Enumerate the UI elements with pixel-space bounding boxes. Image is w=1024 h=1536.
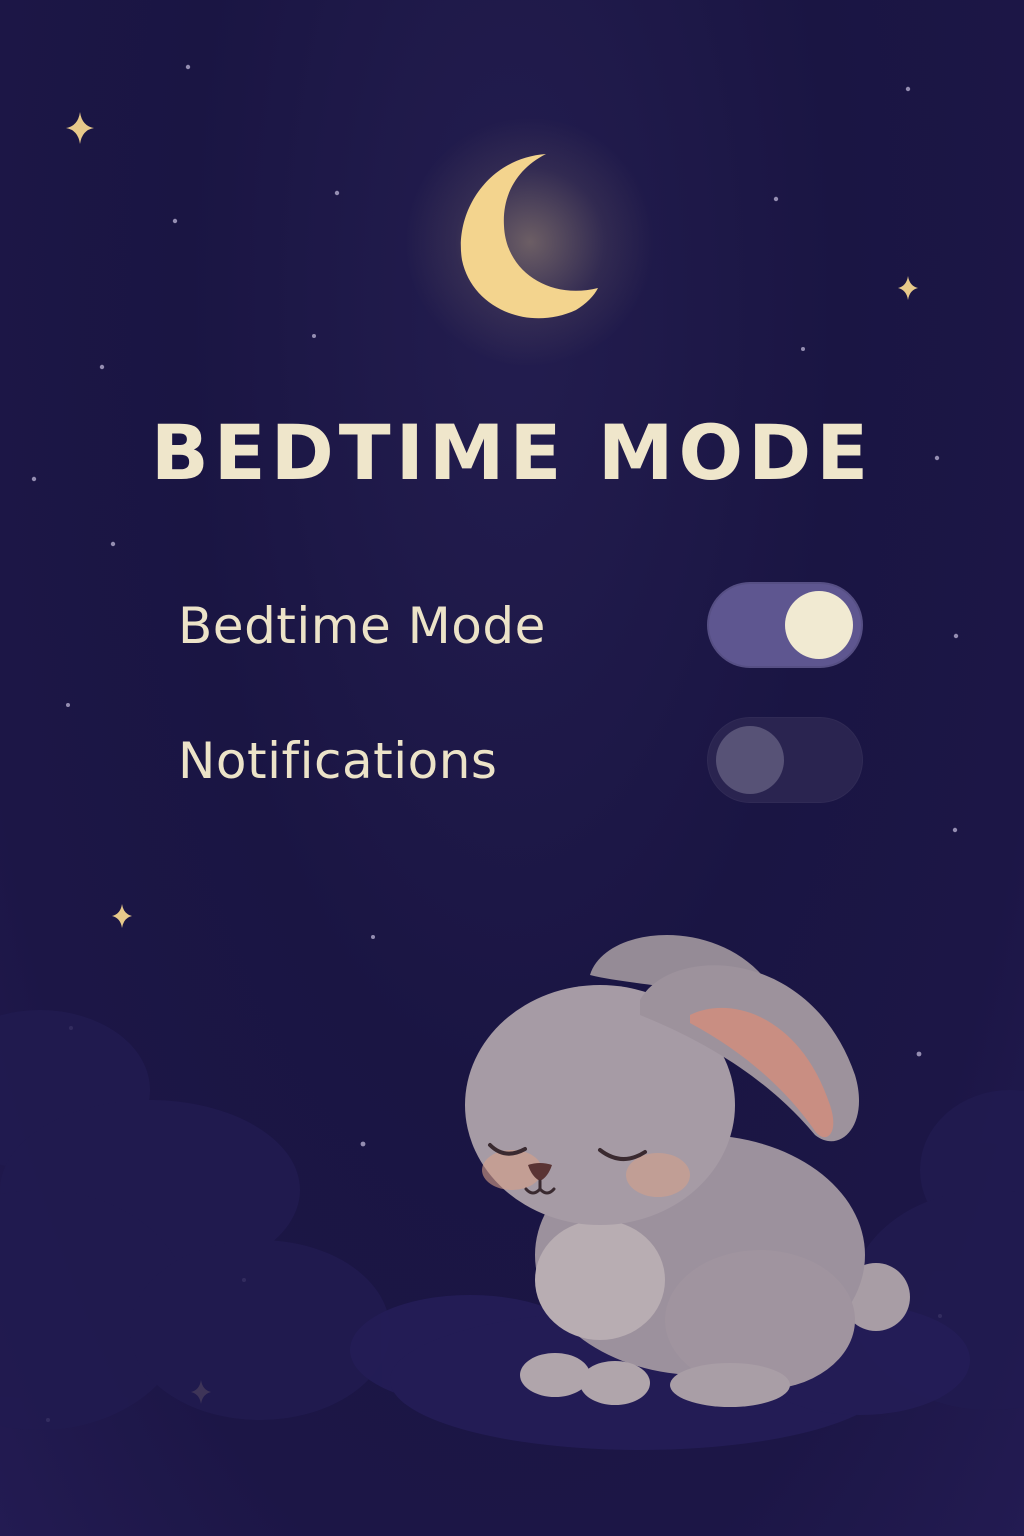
sparkle-star-icon: [66, 112, 94, 144]
sleeping-bunny-illustration: [465, 935, 910, 1407]
bedtime-mode-toggle[interactable]: [707, 582, 863, 668]
crescent-moon-icon: [405, 117, 655, 367]
bedtime-screen: BEDTIME MODE Bedtime Mode Notifications: [0, 0, 1024, 1536]
sparkle-star-icon: [112, 904, 132, 928]
notifications-toggle[interactable]: [707, 717, 863, 803]
bedtime-mode-label: Bedtime Mode: [178, 597, 546, 655]
setting-row-notifications: Notifications: [178, 717, 868, 807]
page-title: BEDTIME MODE: [150, 408, 874, 497]
bedtime-mode-toggle-knob: [785, 591, 853, 659]
setting-row-bedtime-mode: Bedtime Mode: [178, 582, 868, 672]
notifications-label: Notifications: [178, 732, 498, 790]
notifications-toggle-knob: [716, 726, 784, 794]
sparkle-star-icon: [898, 276, 918, 300]
